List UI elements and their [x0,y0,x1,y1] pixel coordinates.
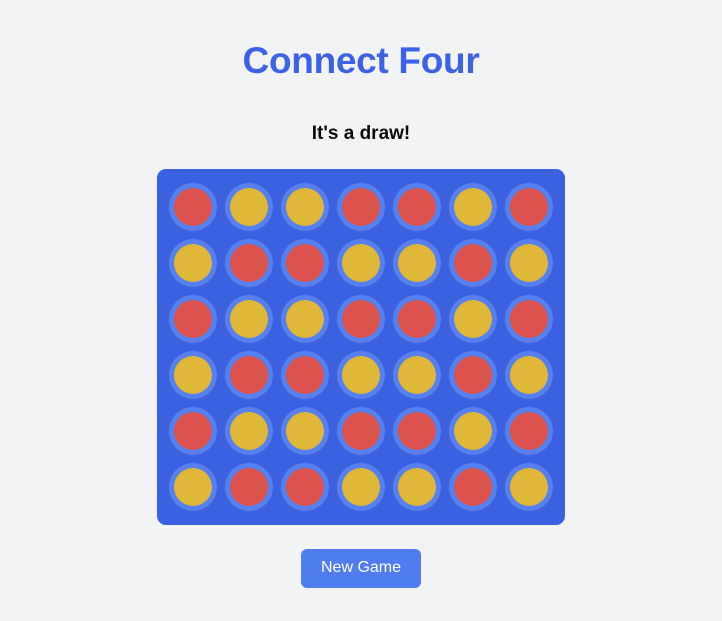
board-cell[interactable] [449,351,497,399]
board-row [169,463,553,511]
yellow-disc [342,356,380,394]
red-disc [342,412,380,450]
board-cell[interactable] [225,183,273,231]
yellow-disc [510,356,548,394]
red-disc [454,468,492,506]
board-cell[interactable] [169,463,217,511]
board-cell[interactable] [281,295,329,343]
red-disc [454,244,492,282]
board-cell[interactable] [505,295,553,343]
yellow-disc [286,300,324,338]
yellow-disc [230,412,268,450]
board-cell[interactable] [505,351,553,399]
board-cell[interactable] [225,407,273,455]
red-disc [286,356,324,394]
yellow-disc [230,300,268,338]
board-row [169,351,553,399]
board-cell[interactable] [393,183,441,231]
red-disc [510,300,548,338]
yellow-disc [174,468,212,506]
board-cell[interactable] [393,463,441,511]
board-cell[interactable] [281,463,329,511]
yellow-disc [342,468,380,506]
yellow-disc [174,244,212,282]
board-cell[interactable] [337,295,385,343]
red-disc [174,188,212,226]
board-cell[interactable] [169,295,217,343]
board-cell[interactable] [393,295,441,343]
board-cell[interactable] [393,407,441,455]
page-title: Connect Four [242,40,480,81]
yellow-disc [398,244,436,282]
board-cell[interactable] [225,463,273,511]
board-cell[interactable] [449,295,497,343]
red-disc [286,244,324,282]
yellow-disc [174,356,212,394]
board-row [169,407,553,455]
yellow-disc [342,244,380,282]
yellow-disc [286,188,324,226]
board-cell[interactable] [449,183,497,231]
red-disc [398,300,436,338]
board-cell[interactable] [505,239,553,287]
board-cell[interactable] [225,351,273,399]
board-cell[interactable] [169,407,217,455]
board-cell[interactable] [337,463,385,511]
red-disc [174,412,212,450]
board-cell[interactable] [169,351,217,399]
board-cell[interactable] [281,407,329,455]
red-disc [230,468,268,506]
game-status-message: It's a draw! [311,123,411,144]
board-cell[interactable] [449,407,497,455]
new-game-button[interactable]: New Game [300,549,422,588]
red-disc [230,244,268,282]
yellow-disc [230,188,268,226]
board-row [169,295,553,343]
red-disc [342,188,380,226]
yellow-disc [398,468,436,506]
board-cell[interactable] [169,239,217,287]
red-disc [398,412,436,450]
board-cell[interactable] [337,351,385,399]
yellow-disc [454,412,492,450]
connect-four-app: Connect Four It's a draw! New Game [0,0,722,621]
board-cell[interactable] [393,239,441,287]
red-disc [398,188,436,226]
yellow-disc [454,300,492,338]
board-cell[interactable] [337,239,385,287]
board-cell[interactable] [505,183,553,231]
yellow-disc [398,356,436,394]
board-cell[interactable] [505,463,553,511]
board-row [169,239,553,287]
board-cell[interactable] [281,351,329,399]
game-board[interactable] [157,169,565,525]
red-disc [230,356,268,394]
red-disc [342,300,380,338]
red-disc [286,468,324,506]
yellow-disc [510,244,548,282]
board-cell[interactable] [337,183,385,231]
board-row [169,183,553,231]
yellow-disc [286,412,324,450]
board-cell[interactable] [393,351,441,399]
yellow-disc [454,188,492,226]
board-cell[interactable] [449,463,497,511]
board-cell[interactable] [225,295,273,343]
board-cell[interactable] [169,183,217,231]
board-cell[interactable] [449,239,497,287]
board-cell[interactable] [225,239,273,287]
red-disc [510,412,548,450]
yellow-disc [510,468,548,506]
board-cell[interactable] [337,407,385,455]
red-disc [510,188,548,226]
red-disc [174,300,212,338]
board-cell[interactable] [281,183,329,231]
red-disc [454,356,492,394]
board-cell[interactable] [281,239,329,287]
board-cell[interactable] [505,407,553,455]
